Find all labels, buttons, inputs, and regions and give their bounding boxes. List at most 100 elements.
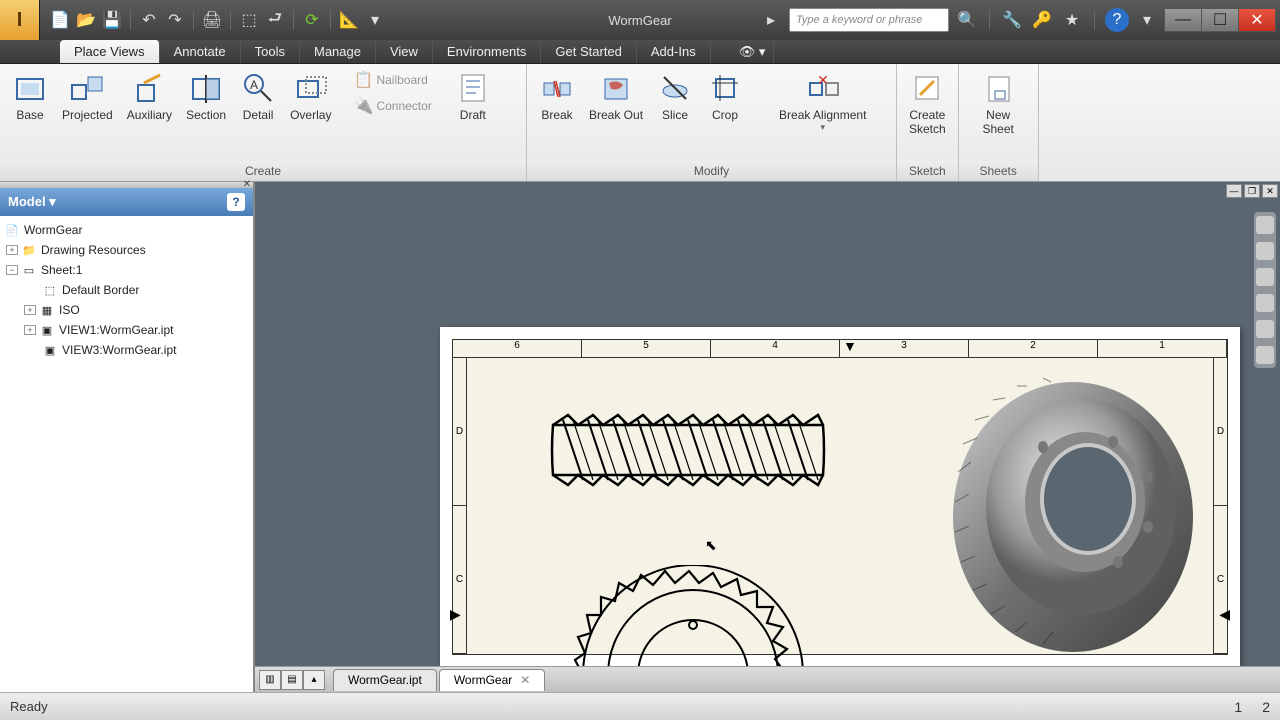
expand-icon[interactable]: + xyxy=(24,305,36,315)
dropdown-icon[interactable]: ▾ xyxy=(363,8,387,32)
update-icon[interactable]: ⟳ xyxy=(300,8,324,32)
svg-text:✕: ✕ xyxy=(817,72,829,88)
svg-text:A: A xyxy=(250,78,258,92)
tree-border[interactable]: ⬚Default Border xyxy=(2,280,251,300)
draft-button[interactable]: Draft xyxy=(449,68,497,124)
tree-resources[interactable]: +📁Drawing Resources xyxy=(2,240,251,260)
drawing-canvas[interactable]: — ❐ ✕ 654321 DC DC ▼ xyxy=(255,182,1280,692)
minimize-button[interactable]: — xyxy=(1164,8,1202,32)
status-page-1[interactable]: 1 xyxy=(1234,699,1242,715)
tab-place-views[interactable]: Place Views xyxy=(60,40,160,63)
key-icon[interactable]: 🔑 xyxy=(1030,8,1054,32)
redo-icon[interactable]: ↷ xyxy=(163,8,187,32)
browser-close-icon[interactable]: ✕ xyxy=(243,179,251,190)
save-icon[interactable]: 💾 xyxy=(100,8,124,32)
tree-root[interactable]: 📄WormGear xyxy=(2,220,251,240)
sketch-group-label: Sketch xyxy=(897,161,958,181)
tab-annotate[interactable]: Annotate xyxy=(160,40,241,63)
title-bar: I 📄 📂 💾 ↶ ↷ 🖨 ⬚ ⮐ ⟳ 📐 ▾ WormGear ▸ Type … xyxy=(0,0,1280,40)
close-button[interactable]: ✕ xyxy=(1238,8,1276,32)
section-button[interactable]: Section xyxy=(180,68,232,124)
expand-icon[interactable]: + xyxy=(6,245,18,255)
projected-button[interactable]: Projected xyxy=(56,68,119,124)
home-icon[interactable] xyxy=(1256,216,1274,234)
tab-collapse-icon[interactable]: 👁 ▾ xyxy=(731,40,775,63)
create-sketch-button[interactable]: Create Sketch xyxy=(903,68,952,139)
overlay-button[interactable]: Overlay xyxy=(284,68,337,124)
auxiliary-button[interactable]: Auxiliary xyxy=(121,68,178,124)
tree-sheet[interactable]: −▭Sheet:1 xyxy=(2,260,251,280)
tile-horizontal-icon[interactable]: ▥ xyxy=(259,670,281,690)
navigation-bar xyxy=(1254,212,1276,368)
tab-close-icon[interactable]: ✕ xyxy=(520,673,530,687)
binoculars-icon[interactable]: 🔍 xyxy=(955,8,979,32)
break-out-button[interactable]: Break Out xyxy=(583,68,649,124)
status-page-2[interactable]: 2 xyxy=(1262,699,1270,715)
measure-icon[interactable]: 📐 xyxy=(337,8,361,32)
collapse-icon[interactable]: − xyxy=(6,265,18,275)
expand-icon[interactable]: + xyxy=(24,325,36,335)
canvas-restore-icon[interactable]: ❐ xyxy=(1244,184,1260,198)
new-sheet-button[interactable]: New Sheet xyxy=(965,68,1032,139)
maximize-button[interactable]: ☐ xyxy=(1201,8,1239,32)
print-icon[interactable]: 🖨 xyxy=(200,8,224,32)
lookAt-icon[interactable] xyxy=(1256,346,1274,364)
help-dropdown-icon[interactable]: ▾ xyxy=(1135,8,1159,32)
create-group-label: Create xyxy=(0,161,526,181)
zoom-icon[interactable] xyxy=(1256,294,1274,312)
wrench-icon[interactable]: 🔧 xyxy=(1000,8,1024,32)
undo-icon[interactable]: ↶ xyxy=(137,8,161,32)
status-bar: Ready 1 2 xyxy=(0,692,1280,720)
view-worm-side[interactable] xyxy=(543,410,833,490)
tile-vertical-icon[interactable]: ▤ xyxy=(281,670,303,690)
star-icon[interactable]: ★ xyxy=(1060,8,1084,32)
search-arrow-icon[interactable]: ▸ xyxy=(759,8,783,32)
open-icon[interactable]: 📂 xyxy=(74,8,98,32)
tree-view3[interactable]: ▣VIEW3:WormGear.ipt xyxy=(2,340,251,360)
help-icon[interactable]: ? xyxy=(1105,8,1129,32)
return-icon[interactable]: ⮐ xyxy=(263,8,287,32)
border-icon: ⬚ xyxy=(42,282,58,298)
tree-iso[interactable]: +▦ISO xyxy=(2,300,251,320)
new-icon[interactable]: 📄 xyxy=(48,8,72,32)
search-input[interactable]: Type a keyword or phrase xyxy=(789,8,949,32)
document-tabs: ▥ ▤ ▴ WormGear.ipt WormGear✕ xyxy=(255,666,1280,692)
tab-add-ins[interactable]: Add-Ins xyxy=(637,40,711,63)
detail-button[interactable]: ADetail xyxy=(234,68,282,124)
view-icon: ▣ xyxy=(42,342,58,358)
base-button[interactable]: Base xyxy=(6,68,54,124)
viewcube-icon[interactable] xyxy=(1256,242,1274,260)
tree-view1[interactable]: +▣VIEW1:WormGear.ipt xyxy=(2,320,251,340)
tab-list-icon[interactable]: ▴ xyxy=(303,670,325,690)
break-button[interactable]: Break xyxy=(533,68,581,124)
status-text: Ready xyxy=(10,699,48,714)
crop-button[interactable]: Crop xyxy=(701,68,749,124)
tab-get-started[interactable]: Get Started xyxy=(541,40,636,63)
select-icon[interactable]: ⬚ xyxy=(237,8,261,32)
quick-access-toolbar: 📄 📂 💾 ↶ ↷ 🖨 ⬚ ⮐ ⟳ 📐 ▾ xyxy=(40,8,395,32)
doc-tab-drawing[interactable]: WormGear✕ xyxy=(439,669,546,691)
folder-icon: 📁 xyxy=(21,242,37,258)
titleblock-icon: ▦ xyxy=(39,302,55,318)
drawing-sheet: 654321 DC DC ▼ ▶ ◀ xyxy=(440,327,1240,667)
connector-button[interactable]: 🔌Connector xyxy=(350,94,435,118)
sheets-group-label: Sheets xyxy=(959,161,1038,181)
doc-tab-ipt[interactable]: WormGear.ipt xyxy=(333,669,437,691)
center-marker-icon: ◀ xyxy=(1219,606,1230,623)
tab-environments[interactable]: Environments xyxy=(433,40,541,63)
tab-view[interactable]: View xyxy=(376,40,433,63)
nailboard-button[interactable]: 📋Nailboard xyxy=(350,68,435,92)
canvas-minimize-icon[interactable]: — xyxy=(1226,184,1242,198)
canvas-close-icon[interactable]: ✕ xyxy=(1262,184,1278,198)
browser-header[interactable]: Model ▾ xyxy=(8,194,56,210)
orbit-icon[interactable] xyxy=(1256,320,1274,338)
browser-help-icon[interactable]: ? xyxy=(227,193,245,211)
slice-button[interactable]: Slice xyxy=(651,68,699,124)
view-gear-front[interactable] xyxy=(563,565,823,675)
view-gear-iso[interactable] xyxy=(943,372,1203,662)
break-alignment-button[interactable]: ✕Break Alignment▾ xyxy=(773,68,872,135)
tab-tools[interactable]: Tools xyxy=(241,40,300,63)
pan-icon[interactable] xyxy=(1256,268,1274,286)
tab-manage[interactable]: Manage xyxy=(300,40,376,63)
document-title: WormGear xyxy=(608,13,671,28)
